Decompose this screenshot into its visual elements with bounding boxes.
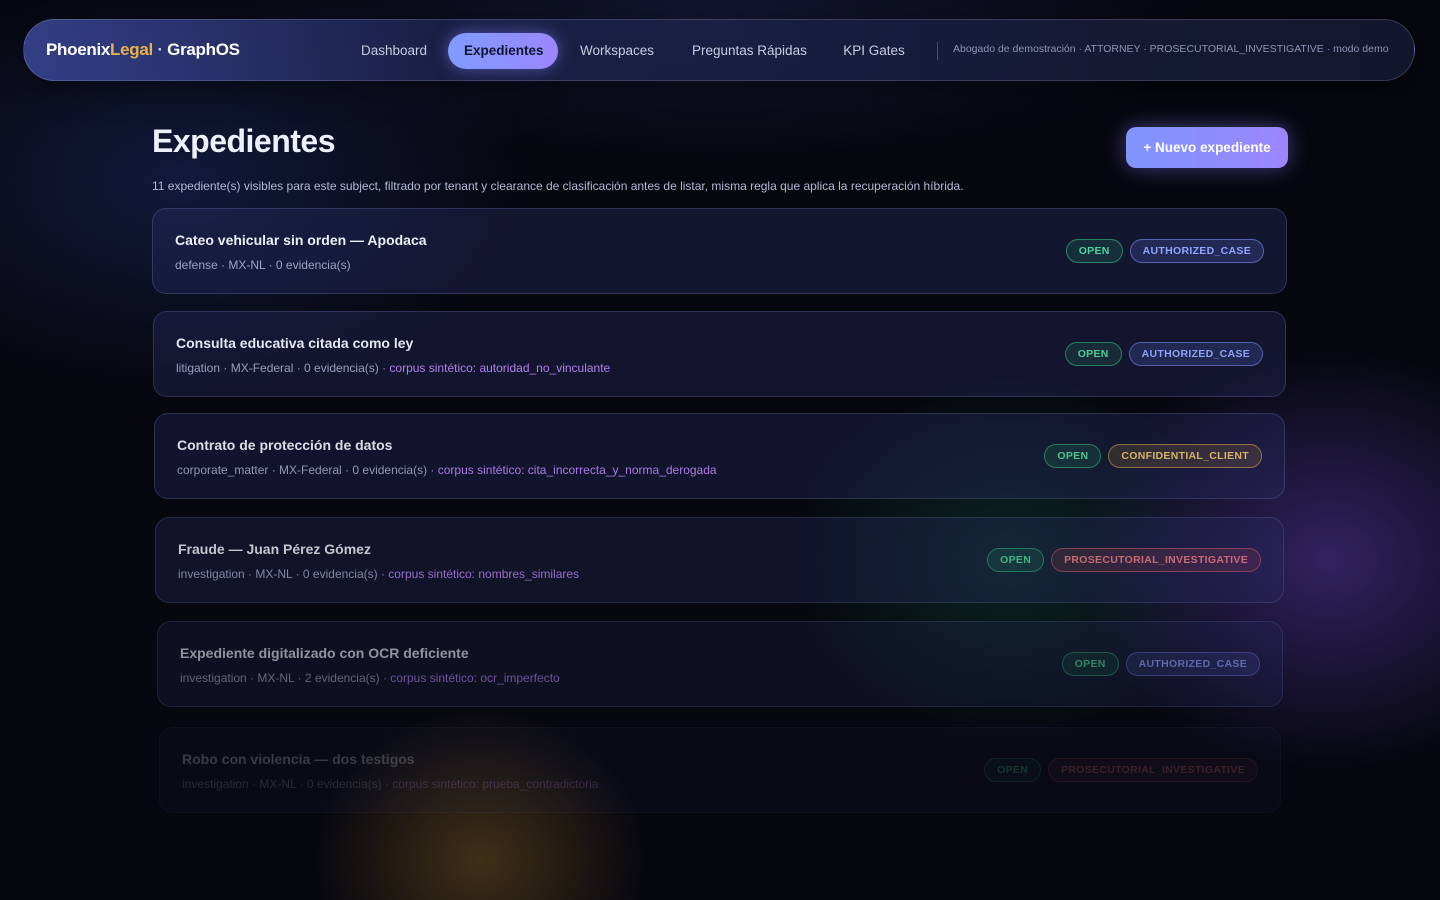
case-corpus: · corpus sintético: prueba_contradictori… [381, 777, 599, 791]
case-card[interactable]: Expediente digitalizado con OCR deficien… [157, 621, 1283, 707]
case-corpus: · corpus sintético: cita_incorrecta_y_no… [427, 463, 717, 477]
case-card[interactable]: Cateo vehicular sin orden — Apodaca defe… [152, 208, 1287, 294]
case-meta: litigation · MX-Federal · 0 evidencia(s)… [176, 361, 611, 375]
classification-badge: AUTHORIZED_CASE [1129, 239, 1264, 263]
status-badge: OPEN [1044, 444, 1102, 468]
classification-badge: PROSECUTORIAL_INVESTIGATIVE [1051, 548, 1261, 572]
status-badge: OPEN [1064, 342, 1122, 366]
case-title: Robo con violencia — dos testigos [182, 751, 415, 767]
status-badge: OPEN [984, 758, 1042, 782]
case-card[interactable]: Robo con violencia — dos testigos invest… [159, 727, 1281, 813]
case-card[interactable]: Contrato de protección de datos corporat… [154, 413, 1285, 499]
case-card[interactable]: Fraude — Juan Pérez Gómez investigation … [155, 517, 1284, 603]
case-title: Contrato de protección de datos [177, 437, 393, 453]
case-meta: corporate_matter · MX-Federal · 0 eviden… [177, 463, 717, 477]
classification-badge: AUTHORIZED_CASE [1128, 342, 1263, 366]
status-badge: OPEN [987, 548, 1045, 572]
case-title: Fraude — Juan Pérez Gómez [178, 541, 371, 557]
case-title: Expediente digitalizado con OCR deficien… [180, 645, 469, 661]
status-badge: OPEN [1061, 652, 1119, 676]
case-corpus: · corpus sintético: nombres_similares [377, 567, 580, 581]
case-meta: investigation · MX-NL · 0 evidencia(s) ·… [182, 777, 599, 791]
classification-badge: PROSECUTORIAL_INVESTIGATIVE [1048, 758, 1258, 782]
case-card[interactable]: Consulta educativa citada como ley litig… [153, 311, 1286, 397]
case-list: Cateo vehicular sin orden — Apodaca defe… [0, 0, 1440, 900]
case-title: Cateo vehicular sin orden — Apodaca [175, 232, 427, 248]
case-corpus: · corpus sintético: autoridad_no_vincula… [378, 361, 611, 375]
case-meta: investigation · MX-NL · 2 evidencia(s) ·… [180, 671, 560, 685]
case-meta: defense · MX-NL · 0 evidencia(s) [175, 258, 351, 272]
case-title: Consulta educativa citada como ley [176, 335, 414, 351]
classification-badge: CONFIDENTIAL_CLIENT [1108, 444, 1262, 468]
case-corpus: · corpus sintético: ocr_imperfecto [379, 671, 560, 685]
classification-badge: AUTHORIZED_CASE [1125, 652, 1260, 676]
case-meta: investigation · MX-NL · 0 evidencia(s) ·… [178, 567, 580, 581]
status-badge: OPEN [1065, 239, 1123, 263]
